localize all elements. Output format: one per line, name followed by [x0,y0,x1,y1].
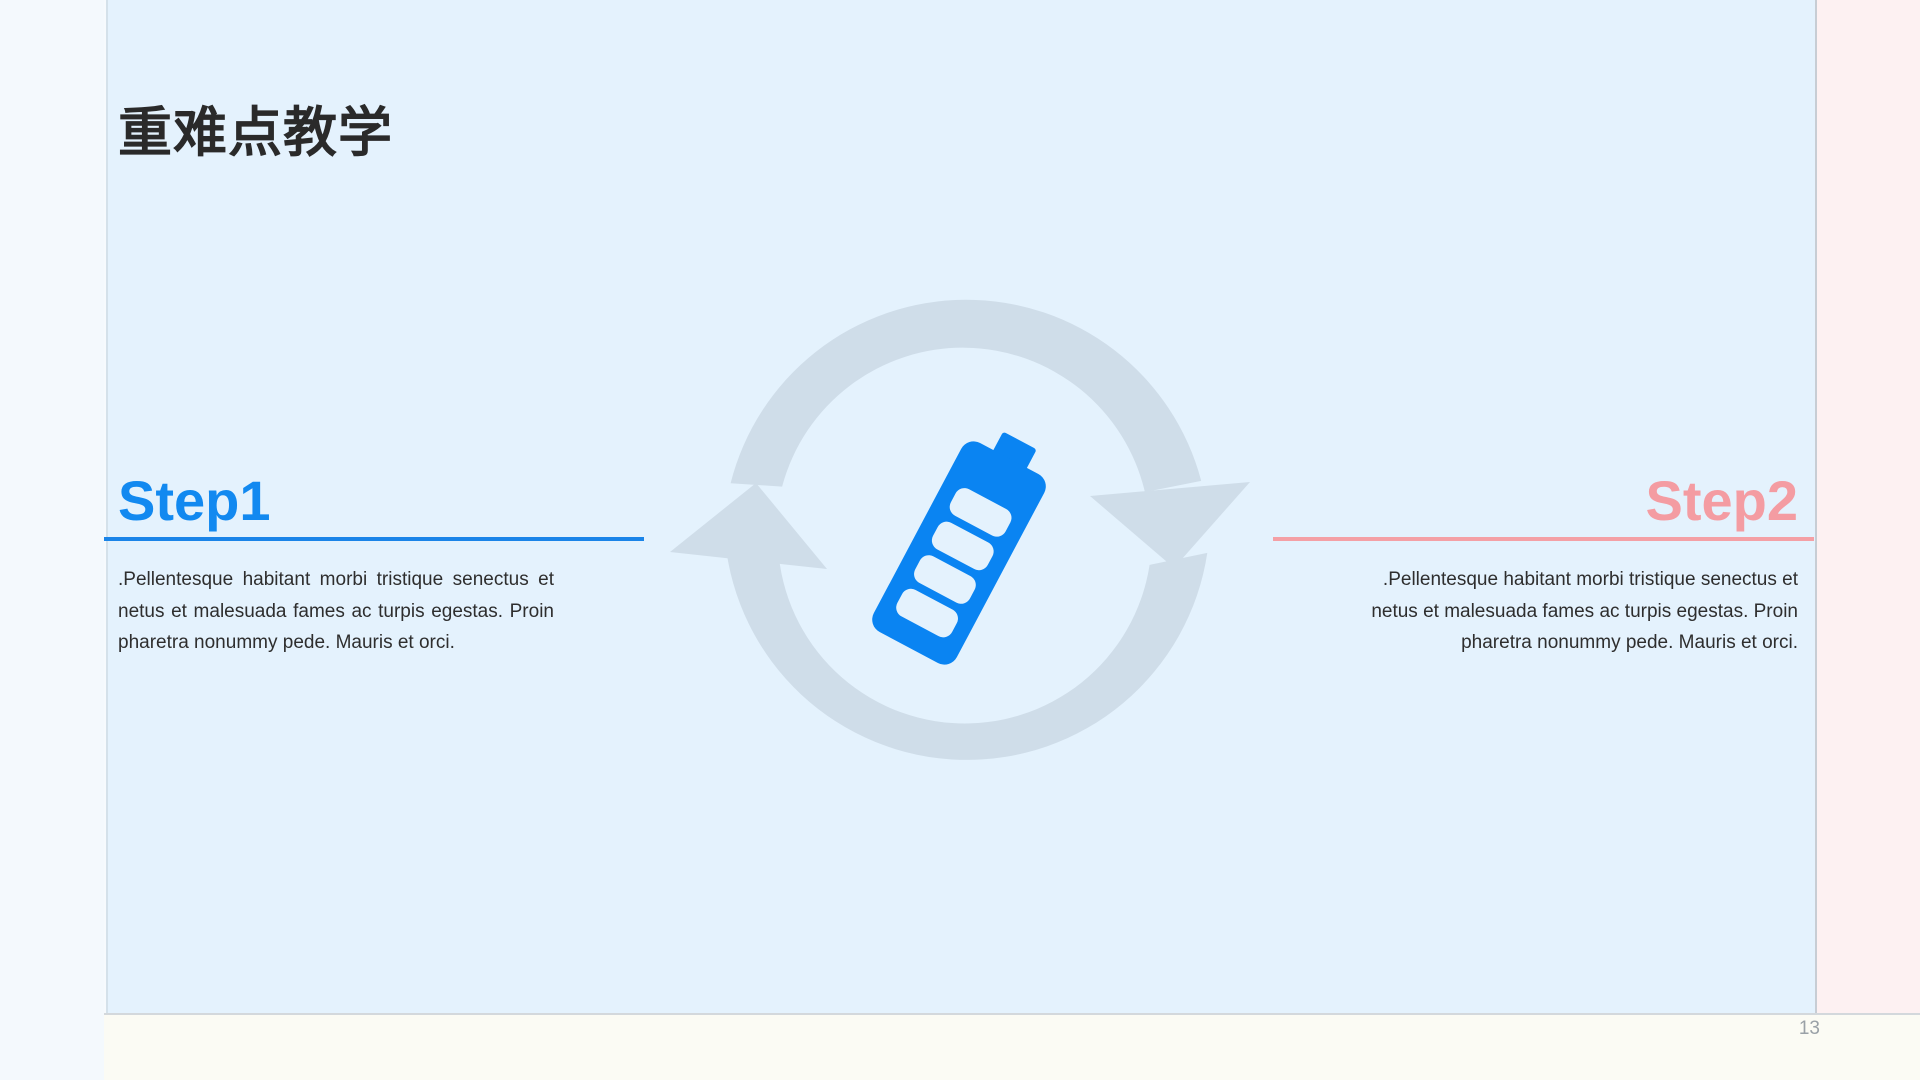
step1-divider [104,537,644,541]
slide-title: 重难点教学 [118,101,393,164]
page-number: 13 [1798,1018,1820,1039]
step1-description: .Pellentesque habitant morbi tristique s… [118,569,554,653]
bottom-margin-strip [104,1013,1920,1080]
left-margin-strip [0,0,104,1080]
step2-description: .Pellentesque habitant morbi tristique s… [1371,569,1798,653]
cycle-battery-graphic [670,299,1250,760]
step2-heading: Step2 [1645,469,1799,532]
battery-charging-icon [872,432,1046,665]
right-margin-strip [1815,0,1920,1080]
step2-divider [1273,537,1814,541]
step1-heading: Step1 [118,469,271,532]
